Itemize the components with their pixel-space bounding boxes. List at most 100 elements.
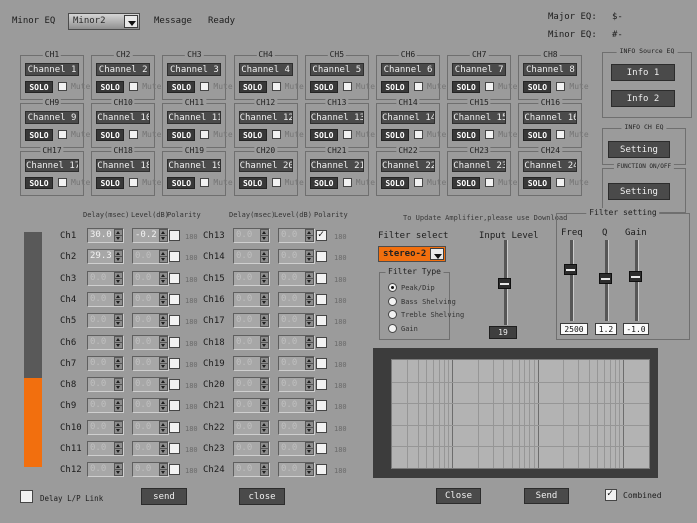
channel-name-button[interactable]: Channel 12 (239, 111, 293, 124)
channel-name-button[interactable]: Channel 17 (25, 159, 79, 172)
polarity-checkbox[interactable] (316, 337, 327, 348)
spin-down-icon[interactable] (159, 384, 168, 391)
slider-freq-thumb[interactable] (564, 264, 577, 275)
spin-down-icon[interactable] (260, 427, 269, 434)
channel-name-button[interactable]: Channel 15 (452, 111, 506, 124)
channel-name-button[interactable]: Channel 21 (310, 159, 364, 172)
spin-down-icon[interactable] (260, 299, 269, 306)
level-spinner[interactable]: 0.0 (278, 313, 315, 328)
solo-button[interactable]: SOLO (452, 177, 480, 189)
spin-down-icon[interactable] (114, 469, 123, 476)
level-spinner[interactable]: 0.0 (132, 292, 169, 307)
mute-checkbox[interactable] (272, 82, 281, 91)
spin-down-icon[interactable] (260, 448, 269, 455)
level-spinner[interactable]: 0.0 (132, 398, 169, 413)
mute-checkbox[interactable] (58, 82, 67, 91)
level-spinner[interactable]: 0.0 (132, 313, 169, 328)
solo-button[interactable]: SOLO (25, 129, 53, 141)
level-spinner[interactable]: 0.0 (278, 377, 315, 392)
solo-button[interactable]: SOLO (381, 81, 409, 93)
level-spinner[interactable]: 0.0 (278, 441, 315, 456)
spin-down-icon[interactable] (305, 469, 314, 476)
channel-name-button[interactable]: Channel 19 (167, 159, 221, 172)
delay-spinner[interactable]: 0.0 (233, 271, 270, 286)
delay-spinner[interactable]: 0.0 (87, 420, 124, 435)
spin-down-icon[interactable] (159, 469, 168, 476)
spin-down-icon[interactable] (260, 235, 269, 242)
spin-down-icon[interactable] (159, 448, 168, 455)
spin-down-icon[interactable] (159, 342, 168, 349)
mute-checkbox[interactable] (129, 130, 138, 139)
solo-button[interactable]: SOLO (239, 177, 267, 189)
spin-down-icon[interactable] (305, 235, 314, 242)
delay-spinner[interactable]: 0.0 (87, 398, 124, 413)
mute-checkbox[interactable] (272, 130, 281, 139)
polarity-checkbox[interactable] (316, 464, 327, 475)
filter-type-radio-2[interactable] (388, 297, 397, 306)
mute-checkbox[interactable] (129, 178, 138, 187)
solo-button[interactable]: SOLO (523, 81, 551, 93)
polarity-checkbox[interactable] (316, 294, 327, 305)
delay-spinner[interactable]: 0.0 (87, 356, 124, 371)
input-level-slider-thumb[interactable] (498, 278, 511, 289)
delay-spinner[interactable]: 0.0 (87, 335, 124, 350)
channel-name-button[interactable]: Channel 16 (523, 111, 577, 124)
delay-spinner[interactable]: 0.0 (233, 356, 270, 371)
send-button[interactable]: Send (524, 488, 569, 504)
channel-name-button[interactable]: Channel 5 (310, 63, 364, 76)
spin-down-icon[interactable] (305, 384, 314, 391)
spin-down-icon[interactable] (260, 469, 269, 476)
dropdown-arrow-icon[interactable] (124, 15, 138, 28)
level-spinner[interactable]: 0.0 (132, 356, 169, 371)
slider-q-thumb[interactable] (599, 273, 612, 284)
spin-down-icon[interactable] (159, 405, 168, 412)
delay-spinner[interactable]: 0.0 (233, 313, 270, 328)
level-spinner[interactable]: -0.2 (132, 228, 169, 243)
spin-down-icon[interactable] (114, 342, 123, 349)
mute-checkbox[interactable] (200, 178, 209, 187)
mute-checkbox[interactable] (129, 82, 138, 91)
polarity-checkbox[interactable] (169, 251, 180, 262)
solo-button[interactable]: SOLO (523, 129, 551, 141)
spin-down-icon[interactable] (159, 256, 168, 263)
channel-name-button[interactable]: Channel 4 (239, 63, 293, 76)
polarity-checkbox[interactable] (169, 379, 180, 390)
solo-button[interactable]: SOLO (381, 129, 409, 141)
polarity-checkbox[interactable] (169, 337, 180, 348)
delay-spinner[interactable]: 0.0 (87, 313, 124, 328)
close-button[interactable]: Close (436, 488, 481, 504)
mute-checkbox[interactable] (556, 178, 565, 187)
solo-button[interactable]: SOLO (96, 129, 124, 141)
solo-button[interactable]: SOLO (239, 129, 267, 141)
level-spinner[interactable]: 0.0 (132, 335, 169, 350)
polarity-checkbox[interactable] (169, 358, 180, 369)
mute-checkbox[interactable] (414, 130, 423, 139)
level-spinner[interactable]: 0.0 (132, 462, 169, 477)
minor-eq-select[interactable]: Minor2 (68, 13, 140, 30)
level-spinner[interactable]: 0.0 (132, 441, 169, 456)
polarity-checkbox[interactable] (316, 315, 327, 326)
panel-button-info-2[interactable]: Info 2 (611, 90, 675, 107)
channel-name-button[interactable]: Channel 9 (25, 111, 79, 124)
spin-down-icon[interactable] (305, 320, 314, 327)
mute-checkbox[interactable] (414, 178, 423, 187)
solo-button[interactable]: SOLO (310, 177, 338, 189)
spin-down-icon[interactable] (159, 299, 168, 306)
spin-down-icon[interactable] (305, 278, 314, 285)
solo-button[interactable]: SOLO (239, 81, 267, 93)
spin-down-icon[interactable] (305, 342, 314, 349)
channel-name-button[interactable]: Channel 2 (96, 63, 150, 76)
polarity-checkbox[interactable] (316, 443, 327, 454)
spin-down-icon[interactable] (260, 320, 269, 327)
panel-button-setting[interactable]: Setting (608, 141, 670, 158)
solo-button[interactable]: SOLO (452, 129, 480, 141)
polarity-checkbox[interactable] (316, 400, 327, 411)
channel-name-button[interactable]: Channel 7 (452, 63, 506, 76)
spin-down-icon[interactable] (114, 363, 123, 370)
polarity-checkbox[interactable] (169, 273, 180, 284)
level-spinner[interactable]: 0.0 (278, 335, 315, 350)
level-spinner[interactable]: 0.0 (278, 271, 315, 286)
channel-name-button[interactable]: Channel 24 (523, 159, 577, 172)
level-spinner[interactable]: 0.0 (132, 249, 169, 264)
filter-type-radio-1[interactable] (388, 283, 397, 292)
